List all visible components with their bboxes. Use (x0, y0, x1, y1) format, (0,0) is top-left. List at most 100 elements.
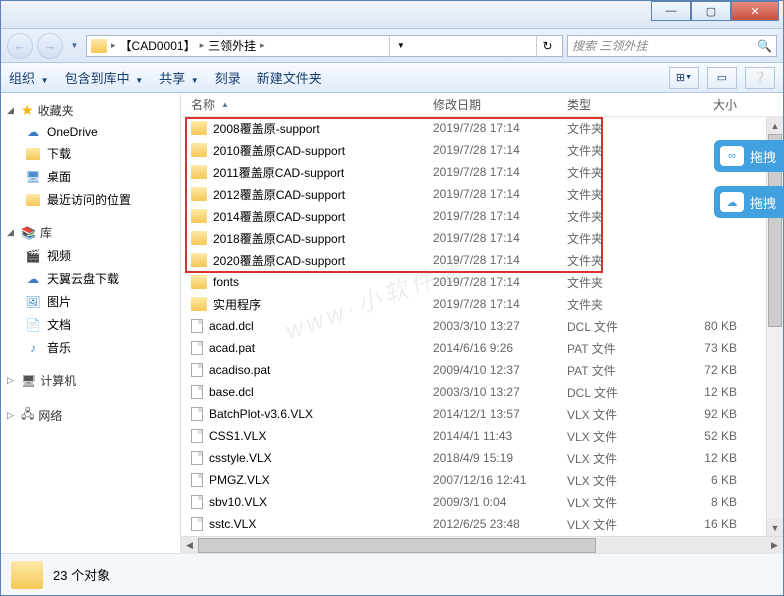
side-action-1[interactable]: ∞拖拽 (714, 140, 784, 172)
scroll-thumb[interactable] (198, 538, 596, 553)
file-name: 2012覆盖原CAD-support (213, 186, 345, 203)
sidebar-recent[interactable]: 最近访问的位置 (5, 188, 176, 211)
file-name: 2014覆盖原CAD-support (213, 208, 345, 225)
file-row[interactable]: fonts2019/7/28 17:14文件夹 (181, 271, 766, 293)
scroll-left-arrow[interactable]: ◀ (181, 537, 198, 554)
back-button[interactable]: ← (7, 33, 33, 59)
network-header[interactable]: ▷ 🖧 网络 (5, 402, 176, 429)
folder-icon (191, 253, 207, 267)
col-name-header[interactable]: 名称▲ (181, 96, 433, 113)
organize-menu[interactable]: 组织 ▼ (9, 68, 49, 87)
address-bar: ← → ▼ ▸ 【CAD0001】 ▸ 三领外挂 ▸ ▼ ↻ 搜索 三领外挂 🔍 (1, 29, 783, 63)
file-row[interactable]: BatchPlot-v3.6.VLX2014/12/1 13:57VLX 文件9… (181, 403, 766, 425)
col-size-header[interactable]: 大小 (667, 96, 747, 113)
file-row[interactable]: 2008覆盖原-support2019/7/28 17:14文件夹 (181, 117, 766, 139)
file-icon (191, 429, 203, 443)
sidebar-desktop[interactable]: 🖥桌面 (5, 165, 176, 188)
file-type: 文件夹 (567, 208, 667, 225)
file-type: VLX 文件 (567, 516, 667, 533)
view-mode-button[interactable]: ⊞▼ (669, 67, 699, 89)
folder-icon (191, 121, 207, 135)
file-name: acadiso.pat (209, 363, 270, 377)
preview-pane-button[interactable]: ▭ (707, 67, 737, 89)
computer-header[interactable]: ▷ 🖥 计算机 (5, 369, 176, 392)
desktop-icon: 🖥 (25, 170, 41, 184)
minimize-button[interactable]: — (651, 1, 691, 21)
file-row[interactable]: 2014覆盖原CAD-support2019/7/28 17:14文件夹 (181, 205, 766, 227)
scroll-right-arrow[interactable]: ▶ (766, 537, 783, 554)
nav-history-dropdown[interactable]: ▼ (67, 37, 82, 55)
file-row[interactable]: 2011覆盖原CAD-support2019/7/28 17:14文件夹 (181, 161, 766, 183)
sidebar-tianyi[interactable]: ☁天翼云盘下载 (5, 267, 176, 290)
file-row[interactable]: acad.pat2014/6/16 9:26PAT 文件73 KB (181, 337, 766, 359)
favorites-header[interactable]: ◢ ★ 收藏夹 (5, 99, 176, 122)
file-row[interactable]: base.dcl2003/3/10 13:27DCL 文件12 KB (181, 381, 766, 403)
file-size: 16 KB (667, 517, 747, 531)
sidebar-videos[interactable]: 🎬视频 (5, 244, 176, 267)
refresh-button[interactable]: ↻ (536, 35, 558, 57)
share-menu[interactable]: 共享 ▼ (159, 68, 199, 87)
file-date: 2009/4/10 12:37 (433, 363, 567, 377)
file-name: 实用程序 (213, 296, 261, 313)
scroll-up-arrow[interactable]: ▲ (767, 117, 783, 134)
file-row[interactable]: csstyle.VLX2018/4/9 15:19VLX 文件12 KB (181, 447, 766, 469)
file-row[interactable]: 实用程序2019/7/28 17:14文件夹 (181, 293, 766, 315)
file-type: 文件夹 (567, 274, 667, 291)
address-dropdown[interactable]: ▼ (389, 35, 411, 57)
file-icon (191, 407, 203, 421)
sidebar-onedrive[interactable]: ☁OneDrive (5, 122, 176, 142)
file-name: sbv10.VLX (209, 495, 267, 509)
folder-icon (191, 297, 207, 311)
file-row[interactable]: 2018覆盖原CAD-support2019/7/28 17:14文件夹 (181, 227, 766, 249)
sidebar-documents[interactable]: 📄文档 (5, 313, 176, 336)
side-action-2[interactable]: ☁拖拽 (714, 186, 784, 218)
file-name: 2008覆盖原-support (213, 120, 320, 137)
burn-button[interactable]: 刻录 (215, 68, 241, 87)
file-row[interactable]: sstc.VLX2012/6/25 23:48VLX 文件16 KB (181, 513, 766, 535)
picture-icon: 🖼 (25, 295, 41, 309)
file-row[interactable]: acad.dcl2003/3/10 13:27DCL 文件80 KB (181, 315, 766, 337)
file-name: 2018覆盖原CAD-support (213, 230, 345, 247)
file-type: 文件夹 (567, 230, 667, 247)
file-row[interactable]: 2012覆盖原CAD-support2019/7/28 17:14文件夹 (181, 183, 766, 205)
file-type: 文件夹 (567, 120, 667, 137)
item-count: 23 个对象 (53, 565, 110, 584)
file-date: 2014/4/1 11:43 (433, 429, 567, 443)
libraries-header[interactable]: ◢ 📚 库 (5, 221, 176, 244)
sidebar-music[interactable]: ♪音乐 (5, 336, 176, 359)
scroll-down-arrow[interactable]: ▼ (767, 519, 783, 536)
file-icon (191, 451, 203, 465)
include-menu[interactable]: 包含到库中 ▼ (65, 68, 144, 87)
file-name: acad.dcl (209, 319, 254, 333)
address-input[interactable]: ▸ 【CAD0001】 ▸ 三领外挂 ▸ ▼ ↻ (86, 35, 563, 57)
file-type: VLX 文件 (567, 494, 667, 511)
file-name: CSS1.VLX (209, 429, 266, 443)
new-folder-button[interactable]: 新建文件夹 (257, 68, 322, 87)
maximize-button[interactable]: ▢ (691, 1, 731, 21)
crumb-1[interactable]: 【CAD0001】 (120, 37, 196, 54)
file-date: 2019/7/28 17:14 (433, 187, 567, 201)
file-row[interactable]: 2010覆盖原CAD-support2019/7/28 17:14文件夹 (181, 139, 766, 161)
file-row[interactable]: acadiso.pat2009/4/10 12:37PAT 文件72 KB (181, 359, 766, 381)
sidebar-downloads[interactable]: 下载 (5, 142, 176, 165)
file-size: 8 KB (667, 495, 747, 509)
file-row[interactable]: PMGZ.VLX2007/12/16 12:41VLX 文件6 KB (181, 469, 766, 491)
file-row[interactable]: 2020覆盖原CAD-support2019/7/28 17:14文件夹 (181, 249, 766, 271)
close-button[interactable]: ✕ (731, 1, 779, 21)
file-icon (191, 319, 203, 333)
col-date-header[interactable]: 修改日期 (433, 96, 567, 113)
file-type: 文件夹 (567, 296, 667, 313)
file-list[interactable]: 2008覆盖原-support2019/7/28 17:14文件夹2010覆盖原… (181, 117, 766, 536)
file-type: PAT 文件 (567, 340, 667, 357)
file-name: 2010覆盖原CAD-support (213, 142, 345, 159)
forward-button[interactable]: → (37, 33, 63, 59)
col-type-header[interactable]: 类型 (567, 96, 667, 113)
file-row[interactable]: CSS1.VLX2014/4/1 11:43VLX 文件52 KB (181, 425, 766, 447)
search-input[interactable]: 搜索 三领外挂 🔍 (567, 35, 777, 57)
crumb-2[interactable]: 三领外挂 (208, 37, 256, 54)
file-row[interactable]: sbv10.VLX2009/3/1 0:04VLX 文件8 KB (181, 491, 766, 513)
horizontal-scrollbar[interactable]: ◀ ▶ (181, 536, 783, 553)
file-name: PMGZ.VLX (209, 473, 270, 487)
sidebar-pictures[interactable]: 🖼图片 (5, 290, 176, 313)
help-button[interactable]: ❔ (745, 67, 775, 89)
